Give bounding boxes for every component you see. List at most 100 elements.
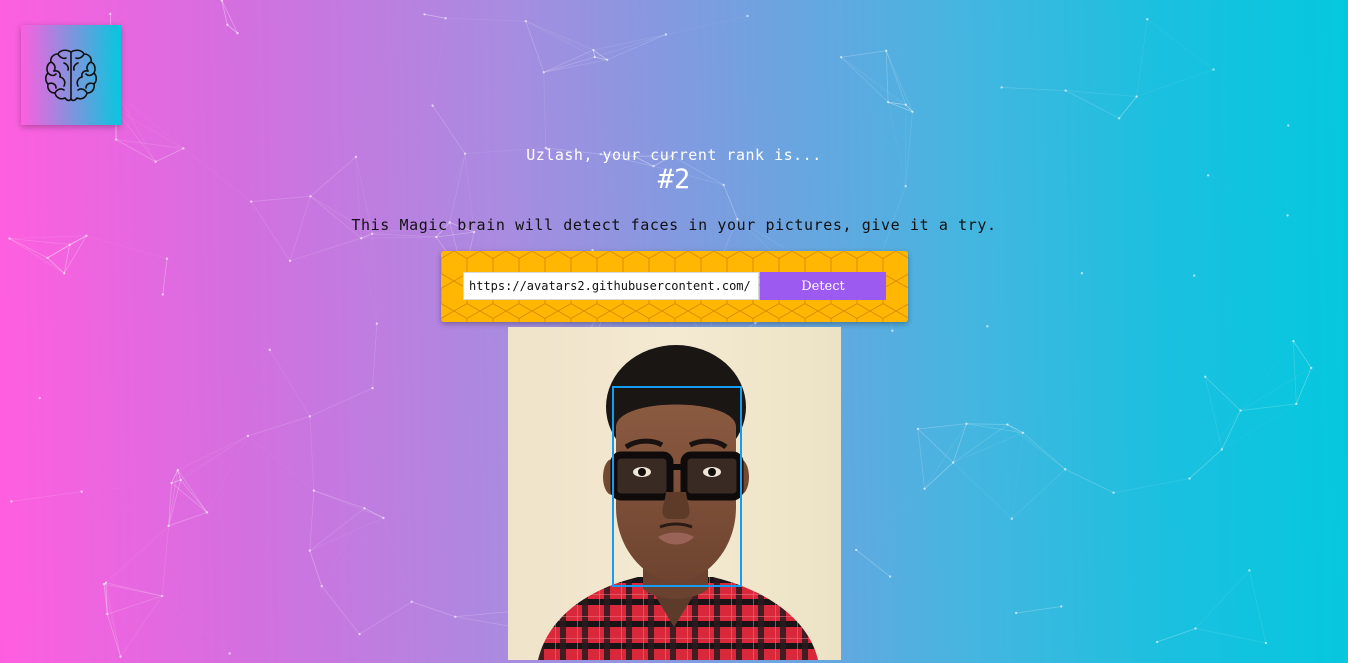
particle-link [601, 60, 607, 154]
particle-dot [46, 256, 49, 260]
particle-link [1136, 69, 1214, 97]
particle-link [917, 423, 967, 430]
particle-link [841, 50, 887, 58]
particle-link [309, 387, 373, 417]
particle-link [1293, 341, 1297, 404]
particle-link [543, 59, 608, 73]
particle-link [117, 93, 184, 149]
particle-link [525, 20, 594, 51]
particle-link [309, 507, 365, 551]
particle-dot [1155, 640, 1159, 644]
particle-dot [1188, 477, 1191, 480]
particle-dot [85, 234, 88, 238]
particle-link [289, 233, 373, 262]
particle-link [162, 258, 168, 295]
particle-link [1136, 19, 1148, 97]
particle-link [221, 0, 228, 25]
particle-link [1240, 367, 1312, 411]
particle-dot [885, 49, 888, 52]
particle-link [1293, 340, 1312, 369]
image-url-input[interactable] [463, 272, 759, 300]
particle-dot [542, 71, 545, 74]
particle-link [9, 238, 70, 246]
particle-dot [754, 321, 757, 325]
particle-link [269, 349, 311, 417]
particle-dot [1000, 86, 1003, 89]
particle-link [543, 56, 595, 73]
particle-dot [1063, 468, 1067, 471]
particle-dot [160, 594, 164, 598]
particle-link [455, 611, 510, 618]
particle-link [543, 72, 547, 149]
particle-link [885, 50, 889, 103]
particle-dot [431, 104, 434, 107]
particle-dot [1080, 272, 1084, 275]
particle-link [103, 583, 163, 597]
particle-dot [1295, 402, 1298, 406]
particle-dot [363, 507, 366, 510]
particle-dot [109, 12, 112, 16]
particle-link [1189, 449, 1223, 479]
particle-link [1295, 367, 1312, 405]
particle-link [411, 601, 456, 618]
particle-link [309, 490, 315, 551]
particle-link [177, 435, 249, 471]
particle-dot [911, 110, 914, 113]
particle-link [856, 489, 924, 550]
particle-link [1240, 340, 1294, 411]
face-bounding-box [612, 386, 742, 587]
logo[interactable] [21, 25, 121, 125]
particle-link [424, 14, 432, 105]
particle-dot [10, 500, 13, 503]
particle-dot [891, 329, 894, 332]
particle-link [372, 323, 378, 389]
particle-dot [228, 652, 231, 655]
particle-dot [359, 237, 363, 240]
particle-link [1195, 628, 1267, 644]
particle-link [1213, 70, 1288, 126]
particle-dot [839, 56, 843, 59]
particle-link [227, 24, 238, 34]
particle-link [309, 550, 323, 587]
particle-link [82, 492, 106, 583]
particle-link [952, 462, 1013, 520]
tagline: This Magic brain will detect faces in yo… [351, 216, 997, 234]
particle-dot [1310, 366, 1313, 370]
particle-link [885, 50, 907, 105]
particle-link [248, 350, 270, 436]
particle-dot [1146, 17, 1149, 21]
particle-link [107, 595, 163, 615]
particle-link [9, 235, 87, 239]
particle-dot [371, 386, 374, 390]
particle-dot [1006, 423, 1009, 426]
particle-dot [63, 272, 66, 275]
particle-dot [309, 195, 312, 198]
particle-dot [205, 511, 209, 514]
particle-dot [1112, 491, 1115, 494]
particle-dot [593, 55, 596, 59]
particle-link [432, 18, 447, 106]
particle-link [221, 0, 238, 34]
particle-link [313, 490, 384, 519]
particle-link [103, 584, 121, 657]
particle-link [841, 57, 912, 112]
particle-link [309, 416, 315, 491]
particle-link [251, 195, 311, 202]
particle-dot [1193, 274, 1196, 277]
particle-link [543, 49, 594, 73]
particle-dot [226, 23, 229, 26]
particle-dot [167, 524, 170, 528]
particle-link [1249, 570, 1267, 644]
particle-link [1011, 432, 1024, 519]
particle-dot [1239, 409, 1242, 412]
particle-dot [358, 632, 361, 636]
particle-link [665, 15, 748, 35]
particle-link [321, 585, 360, 635]
particle-dot [664, 33, 668, 36]
particle-link [1012, 519, 1016, 613]
detect-button[interactable]: Detect [760, 272, 886, 300]
particle-dot [320, 584, 323, 588]
particle-link [606, 34, 667, 61]
particle-dot [312, 489, 316, 492]
particle-link [593, 34, 667, 51]
